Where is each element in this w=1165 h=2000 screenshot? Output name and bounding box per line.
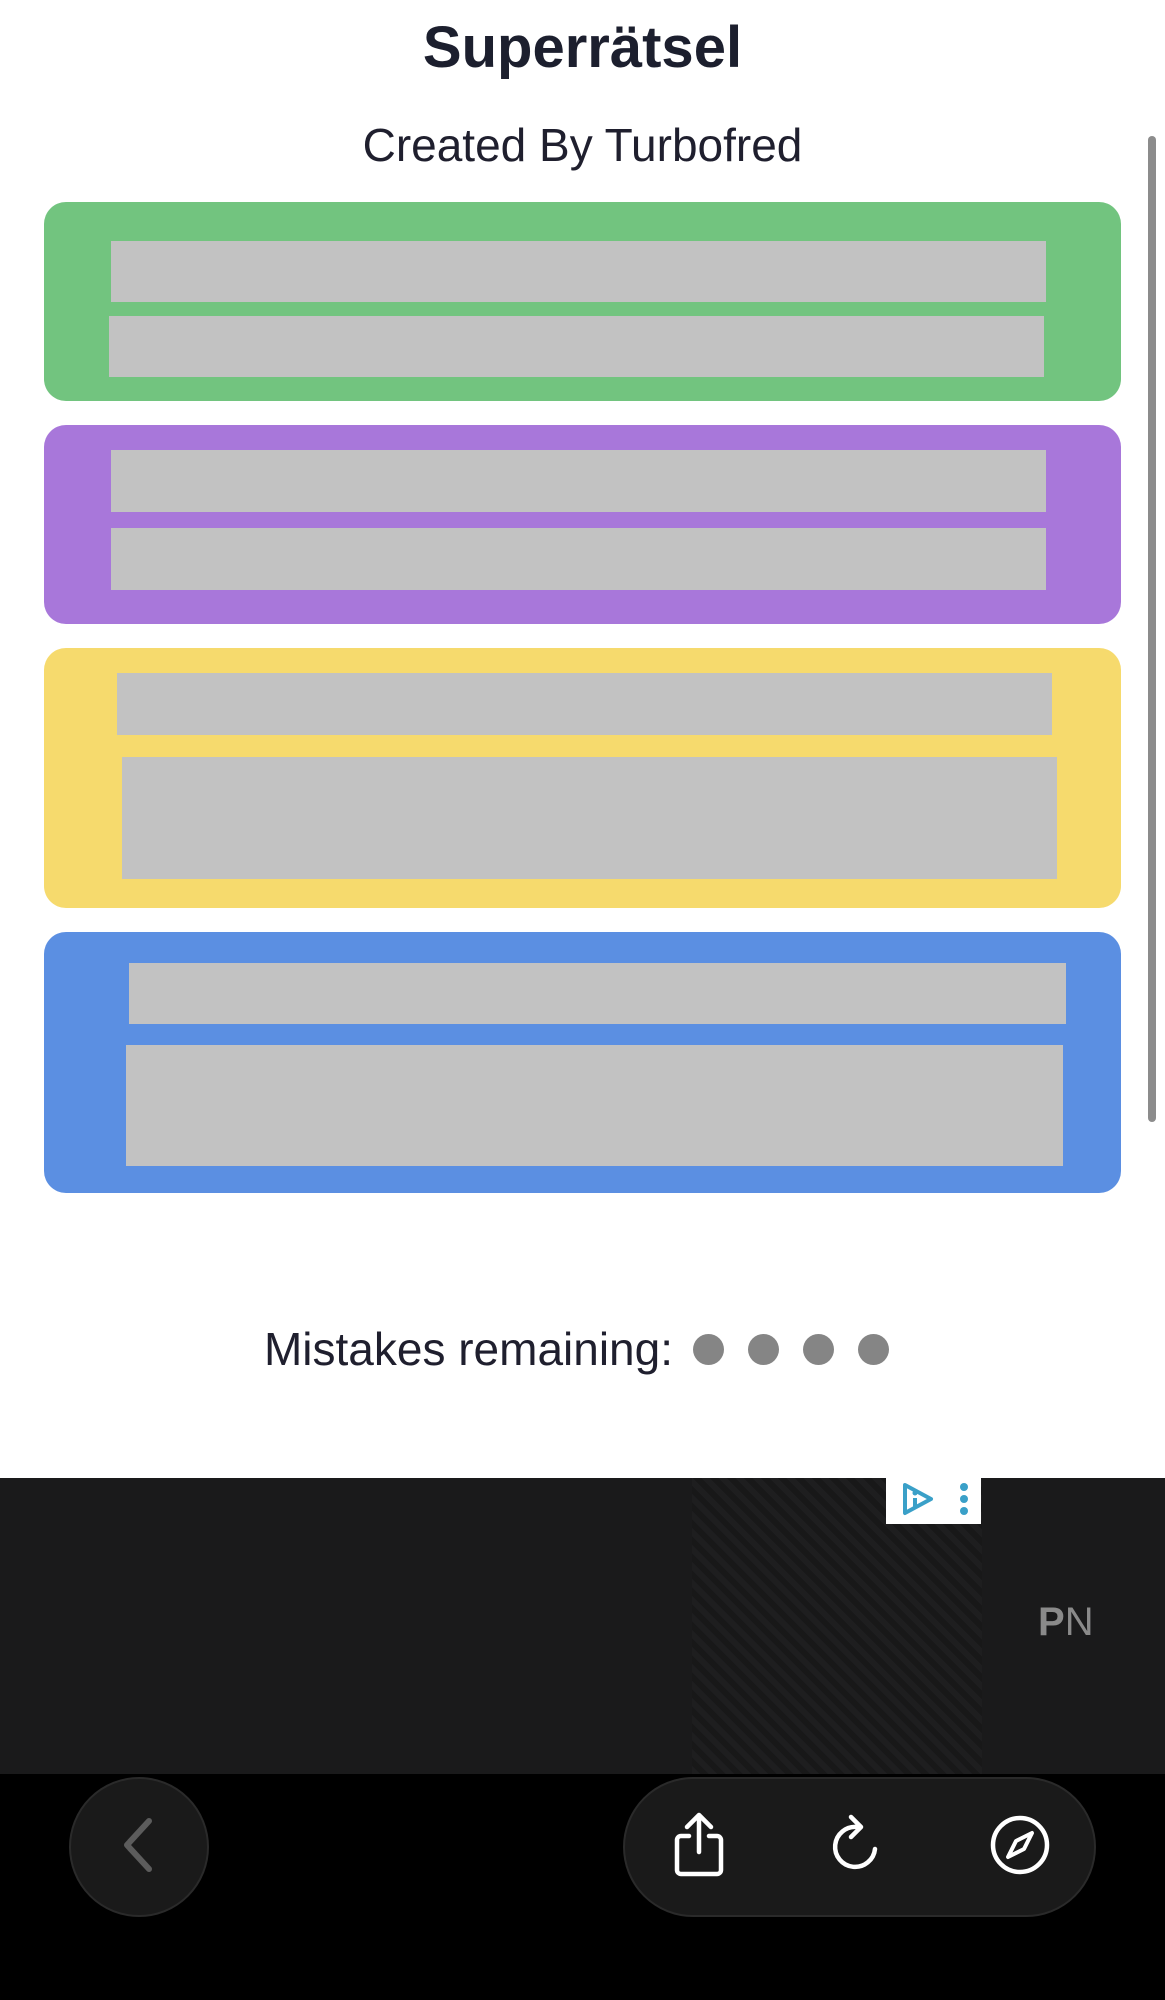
- group-tile: [122, 757, 1057, 879]
- solved-group-yellow: [44, 648, 1121, 908]
- mistakes-label: Mistakes remaining:: [263, 1323, 674, 1375]
- group-tile: [126, 1045, 1063, 1166]
- mistake-dot: [858, 1333, 890, 1365]
- mistake-dot: [748, 1333, 780, 1365]
- share-icon: [669, 1812, 729, 1883]
- solved-group-green: [44, 202, 1121, 401]
- more-vertical-icon[interactable]: [958, 1479, 970, 1524]
- compass-icon: [988, 1813, 1052, 1882]
- solved-group-blue: [44, 932, 1121, 1193]
- mistake-dot: [803, 1333, 835, 1365]
- share-button[interactable]: [664, 1812, 734, 1882]
- solved-group-purple: [44, 425, 1121, 624]
- group-tile: [117, 673, 1052, 735]
- group-tile: [129, 963, 1066, 1024]
- scrollbar[interactable]: [1148, 136, 1156, 1122]
- ad-badge[interactable]: [886, 1478, 981, 1524]
- group-tile: [109, 316, 1044, 377]
- mistake-dot: [693, 1333, 725, 1365]
- mistakes-remaining: Mistakes remaining:: [0, 1314, 1165, 1384]
- compass-button[interactable]: [985, 1812, 1055, 1882]
- adchoices-icon[interactable]: [897, 1479, 937, 1524]
- ad-brand-logo[interactable]: PN: [1038, 1600, 1094, 1645]
- page-subtitle: Created By Turbofred: [362, 119, 803, 171]
- reload-button[interactable]: [822, 1812, 892, 1882]
- page-title: Superrätsel: [422, 15, 743, 80]
- back-icon: [117, 1815, 161, 1880]
- ad-banner[interactable]: [0, 1478, 1165, 1774]
- group-tile: [111, 528, 1046, 590]
- back-button[interactable]: [69, 1777, 209, 1917]
- group-tile: [111, 241, 1046, 302]
- group-tile: [111, 450, 1046, 512]
- reload-icon: [825, 1813, 889, 1882]
